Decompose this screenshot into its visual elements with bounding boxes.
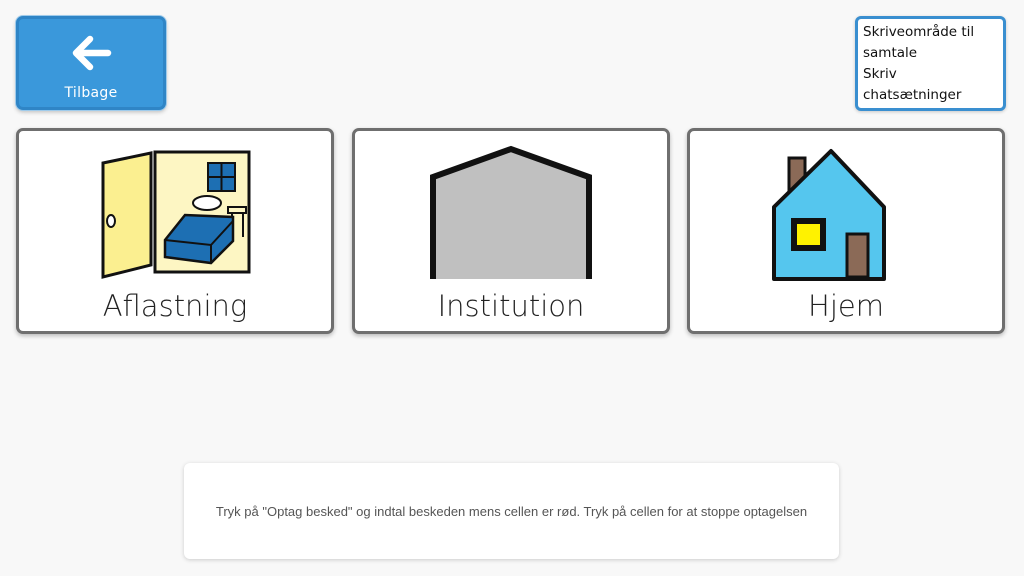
back-button[interactable]: Tilbage	[16, 16, 166, 110]
arrow-left-icon	[19, 33, 163, 73]
building-icon	[355, 145, 667, 285]
hint-text: Tryk på "Optag besked" og indtal beskede…	[215, 503, 808, 519]
recording-hint: Tryk på "Optag besked" og indtal beskede…	[184, 463, 839, 559]
tile-label: Institution	[437, 289, 585, 323]
write-area-line: Skriveområde til	[863, 24, 975, 40]
write-area-line: samtale	[863, 45, 918, 61]
house-icon	[690, 145, 1002, 285]
write-area-line: Skriv	[863, 66, 897, 82]
tile-institution[interactable]: Institution	[352, 128, 670, 334]
tile-hjem[interactable]: Hjem	[687, 128, 1005, 334]
tile-label: Hjem	[808, 289, 884, 323]
tile-label: Aflastning	[102, 289, 248, 323]
back-button-label: Tilbage	[64, 85, 118, 101]
write-area-line: chatsætninger	[863, 87, 962, 103]
chat-write-area[interactable]: Skriveområde til samtale Skriv chatsætni…	[855, 16, 1006, 111]
tile-aflastning[interactable]: Aflastning	[16, 128, 334, 334]
bedroom-icon	[19, 145, 331, 285]
